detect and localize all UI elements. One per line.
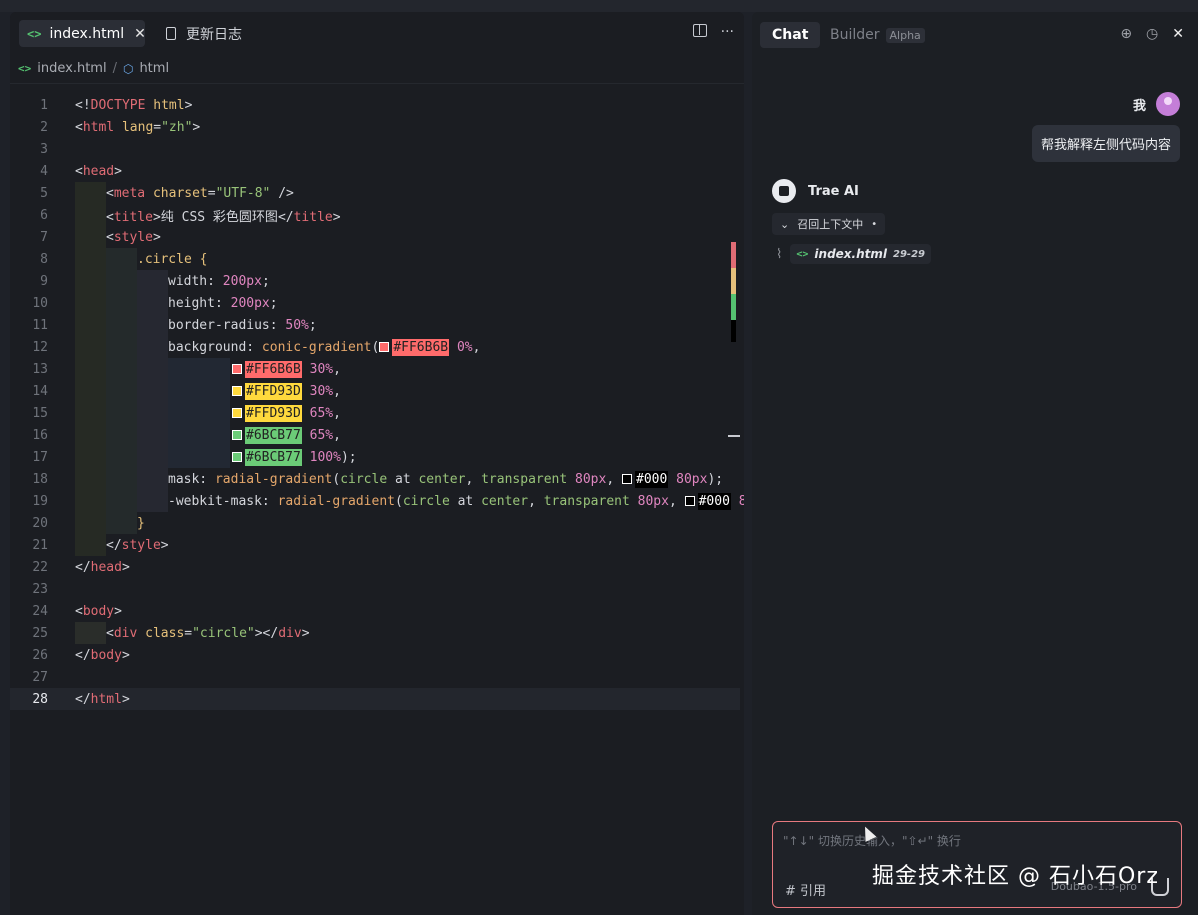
code-line: 18 mask: radial-gradient(circle at center… [10, 468, 740, 490]
code-line: 13 #FF6B6B 30%, [10, 358, 740, 380]
chat-toolbar: ⊕ ◷ ✕ [1120, 26, 1184, 42]
tab-chat[interactable]: Chat [760, 22, 821, 48]
code-line: 25 <div class="circle"></div> [10, 622, 740, 644]
history-icon[interactable]: ◷ [1146, 26, 1158, 42]
file-reference-chip[interactable]: <> index.html 29-29 [790, 244, 931, 264]
code-line: 14 #FFD93D 30%, [10, 380, 740, 402]
code-line: 11 border-radius: 50%; [10, 314, 740, 336]
code-line: 19 -webkit-mask: radial-gradient(circle a… [10, 490, 744, 512]
scroll-position-marker [728, 435, 740, 437]
recall-context-status[interactable]: ⌄ 召回上下文中 • [772, 213, 886, 235]
breadcrumb-file[interactable]: index.html [37, 61, 106, 76]
document-icon [166, 27, 176, 40]
chat-panel: Chat Builder Alpha ⊕ ◷ ✕ 我 帮我解释左侧代码内容 Tr… [752, 12, 1198, 915]
code-line: 23 [32, 581, 48, 597]
tab-index-html[interactable]: <> index.html ✕ [19, 20, 146, 47]
code-line: 10 height: 200px; [10, 292, 740, 314]
more-icon[interactable]: ··· [721, 24, 734, 40]
user-message-bubble: 帮我解释左侧代码内容 [1031, 125, 1180, 162]
code-line: 9 width: 200px; [10, 270, 740, 292]
cite-button[interactable]: # 引用 [785, 880, 826, 899]
code-line: 24 <body> [32, 603, 122, 619]
chat-header: Chat Builder Alpha ⊕ ◷ ✕ [752, 12, 1198, 54]
paperclip-icon: ⌇ [776, 246, 783, 262]
minimap-markers[interactable] [731, 242, 737, 342]
code-line: 21 </style> [10, 534, 740, 556]
new-chat-icon[interactable]: ⊕ [1120, 26, 1132, 42]
ref-range: 29-29 [893, 248, 925, 260]
loading-dot-icon: • [871, 218, 878, 230]
code-line-current: 28 </html> [10, 688, 740, 710]
html-file-icon: <> [18, 62, 32, 75]
editor-tab-bar: <> index.html ✕ 更新日志 ··· [10, 12, 744, 54]
tab-changelog[interactable]: 更新日志 [158, 20, 250, 47]
alpha-badge: Alpha [885, 27, 925, 43]
recall-label: 召回上下文中 [797, 218, 864, 231]
editor-toolbar: ··· [692, 24, 734, 40]
close-icon[interactable]: ✕ [134, 26, 146, 42]
code-line: 3 [40, 141, 48, 157]
breadcrumb-separator: / [112, 61, 117, 76]
user-name: 我 [1132, 98, 1146, 114]
html-file-icon: <> [796, 248, 809, 260]
code-editor-pane: <> index.html ✕ 更新日志 ··· <> index.html /… [10, 12, 744, 915]
tab-label: index.html [49, 25, 125, 42]
code-area[interactable]: 1 <!DOCTYPE html> 2 <html lang="zh"> 3 4 <h… [10, 94, 744, 914]
code-line: 16 #6BCB77 65%, [10, 424, 740, 446]
code-line: 6 <title>纯 CSS 彩色圆环图</title> [10, 204, 740, 226]
code-line: 15 #FFD93D 65%, [10, 402, 740, 424]
code-line: 7 <style> [10, 226, 740, 248]
tab-label: 更新日志 [186, 26, 242, 43]
html-file-icon: <> [27, 26, 42, 41]
ai-name: Trae AI [808, 183, 859, 199]
code-line: 2 <html lang="zh"> [40, 119, 201, 135]
reference-row: ⌇ <> index.html 29-29 [776, 244, 931, 264]
watermark: 掘金技术社区 @ 石小石Orz [872, 864, 1159, 889]
ai-message-header: Trae AI [772, 179, 859, 203]
ai-avatar-icon [772, 179, 796, 203]
split-editor-icon[interactable] [692, 24, 707, 37]
tab-label: Builder [830, 27, 880, 43]
breadcrumb: <> index.html / ⬡ html [10, 54, 744, 84]
breadcrumb-element[interactable]: html [139, 61, 169, 76]
code-line: 27 [32, 669, 48, 685]
user-message-header: 我 [1133, 92, 1180, 116]
tab-builder[interactable]: Builder Alpha [818, 22, 937, 48]
window-top-strip [0, 0, 1198, 12]
code-line: 4 <head> [40, 163, 122, 179]
code-line: 8 .circle { [10, 248, 740, 270]
code-line: 20} [10, 512, 740, 534]
code-line: 26 </body> [32, 647, 130, 663]
code-line: 1 <!DOCTYPE html> [40, 97, 193, 113]
element-icon: ⬡ [122, 61, 134, 76]
code-line: 5 <meta charset="UTF-8" /> [10, 182, 740, 204]
user-avatar-icon [1156, 92, 1180, 116]
code-line: 12 background: conic-gradient(#FF6B6B 0%, [10, 336, 740, 358]
chevron-down-icon: ⌄ [780, 217, 790, 231]
ref-file: index.html [814, 247, 887, 261]
code-line: 22 </head> [32, 559, 130, 575]
close-icon[interactable]: ✕ [1172, 26, 1184, 42]
code-line: 17 #6BCB77 100%); [10, 446, 740, 468]
